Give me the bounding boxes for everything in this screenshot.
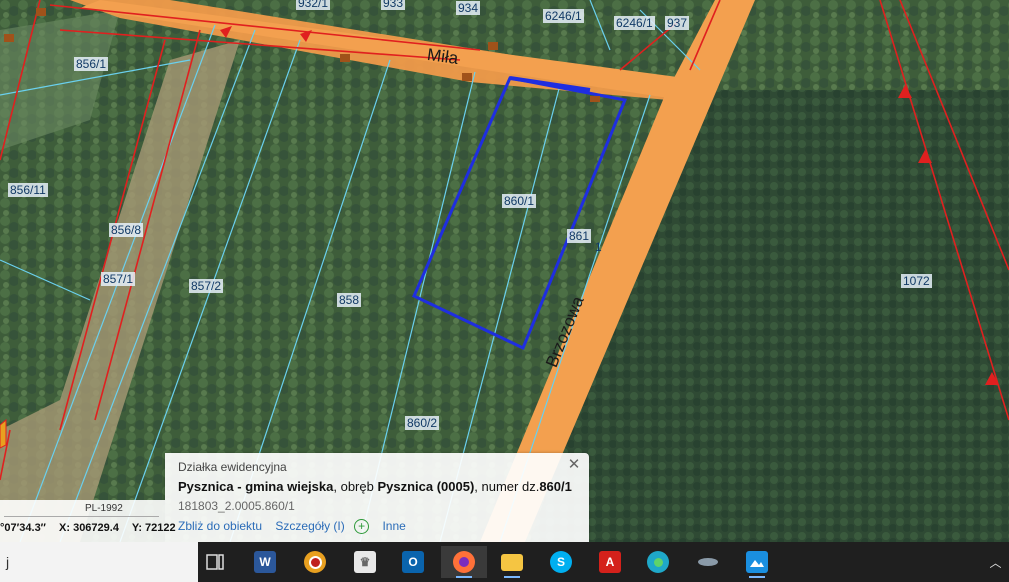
chrome-app-button[interactable] bbox=[295, 546, 335, 578]
acrobat-app-button[interactable]: A bbox=[590, 546, 630, 578]
separator-text: , obręb bbox=[333, 479, 378, 494]
task-view-button[interactable] bbox=[195, 546, 235, 578]
search-input-text: j bbox=[6, 554, 10, 570]
parcel-id: 181803_2.0005.860/1 bbox=[178, 499, 295, 513]
show-hidden-icons-button[interactable]: ︿ bbox=[982, 546, 1009, 578]
file-explorer-button[interactable] bbox=[492, 546, 532, 578]
pen-icon bbox=[697, 551, 719, 573]
chevron-up-icon: ︿ bbox=[989, 555, 1002, 570]
taskbar-search-box[interactable]: j bbox=[0, 542, 198, 582]
firefox-app-button[interactable] bbox=[441, 546, 487, 578]
parcel-label: 856/1 bbox=[74, 57, 109, 71]
word-icon: W bbox=[254, 551, 276, 573]
coordinate-bar: PL-1992 °07′34.3″ X: 306729.4 Y: 72122 bbox=[0, 500, 176, 542]
parcel-description: Pysznica - gmina wiejska, obręb Pysznica… bbox=[178, 479, 572, 494]
parcel-label: 857/1 bbox=[101, 272, 136, 286]
chrome-icon bbox=[304, 551, 326, 573]
parcel-label: 858 bbox=[337, 293, 362, 307]
parcel-label-selected: 860/1 bbox=[502, 194, 537, 208]
popup-title: Działka ewidencyjna bbox=[178, 460, 287, 474]
parcel-label: 1 bbox=[595, 240, 602, 254]
other-link[interactable]: Inne bbox=[382, 519, 405, 533]
emblem-app-button[interactable]: ♛ bbox=[345, 546, 385, 578]
street-label-mila: Miła bbox=[425, 44, 460, 69]
photos-icon bbox=[746, 551, 768, 573]
popup-links: Zbliż do obiektu Szczegóły (I) + Inne bbox=[178, 519, 416, 535]
parcel-label: 933 bbox=[381, 0, 406, 10]
parcel-label: 6246/1 bbox=[614, 16, 655, 30]
acrobat-icon: A bbox=[599, 551, 621, 573]
parcel-info-popup: Działka ewidencyjna ✕ Pysznica - gmina w… bbox=[165, 453, 589, 542]
separator-text: , numer dz. bbox=[474, 479, 540, 494]
longitude-value: °07′34.3″ bbox=[0, 522, 46, 534]
firefox-icon bbox=[453, 551, 475, 573]
windows-taskbar: j W ♛ O S A ︿ bbox=[0, 542, 1009, 582]
divider bbox=[4, 516, 159, 517]
zoom-to-object-link[interactable]: Zbliż do obiektu bbox=[178, 519, 262, 533]
photos-app-button[interactable] bbox=[737, 546, 777, 578]
parcel-label: 856/8 bbox=[109, 223, 144, 237]
parcel-label: 937 bbox=[665, 16, 690, 30]
word-app-button[interactable]: W bbox=[245, 546, 285, 578]
outlook-app-button[interactable]: O bbox=[393, 546, 433, 578]
parcel-label: 1072 bbox=[901, 274, 932, 288]
task-view-icon bbox=[206, 554, 224, 570]
details-link[interactable]: Szczegóły (I) bbox=[275, 519, 344, 533]
add-icon[interactable]: + bbox=[354, 519, 370, 535]
skype-app-button[interactable]: S bbox=[541, 546, 581, 578]
close-icon[interactable]: ✕ bbox=[567, 457, 581, 472]
x-coordinate: X: 306729.4 bbox=[59, 522, 119, 534]
parcel-number: 860/1 bbox=[539, 479, 572, 494]
generic-app-button[interactable] bbox=[688, 546, 728, 578]
crs-label[interactable]: PL-1992 bbox=[85, 503, 123, 514]
y-coordinate: Y: 72122 bbox=[131, 522, 176, 534]
emblem-icon: ♛ bbox=[354, 551, 376, 573]
folder-icon bbox=[501, 553, 523, 571]
gmina-name: Pysznica - gmina wiejska bbox=[178, 479, 334, 494]
parcel-label: 856/11 bbox=[8, 183, 48, 197]
parcel-label: 934 bbox=[456, 1, 481, 15]
parcel-label: 861 bbox=[567, 229, 592, 243]
parcel-label: 932/1 bbox=[296, 0, 331, 10]
edge-icon bbox=[647, 551, 669, 573]
edge-app-button[interactable] bbox=[638, 546, 678, 578]
obreb-name: Pysznica (0005) bbox=[377, 479, 475, 494]
parcel-label: 860/2 bbox=[405, 416, 440, 430]
parcel-label: 857/2 bbox=[189, 279, 224, 293]
coordinate-values: °07′34.3″ X: 306729.4 Y: 72122 bbox=[0, 522, 186, 534]
outlook-icon: O bbox=[402, 551, 424, 573]
skype-icon: S bbox=[550, 551, 572, 573]
parcel-label: 6246/1 bbox=[543, 9, 584, 23]
